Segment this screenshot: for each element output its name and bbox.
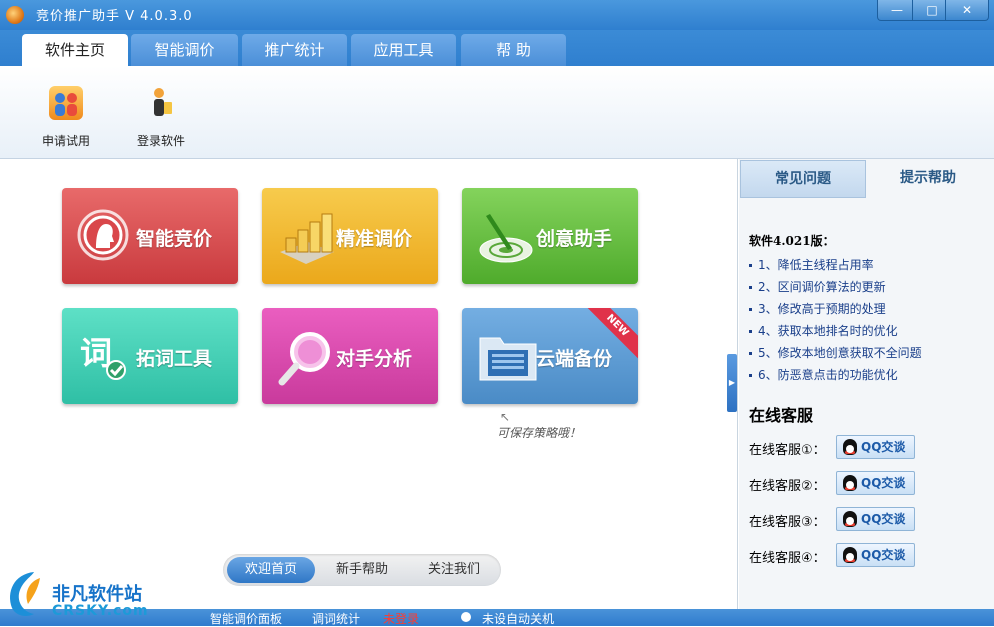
qq-penguin-icon: [843, 547, 857, 563]
keyword-tool-tile[interactable]: 词 拓词工具: [62, 308, 238, 404]
qq-chat-button[interactable]: QQ交谈: [836, 471, 915, 495]
qq-penguin-icon: [843, 511, 857, 527]
window-title: 竞价推广助手 V 4.0.3.0: [36, 9, 193, 24]
qq-chat-button[interactable]: QQ交谈: [836, 435, 915, 459]
tab-promo-stats[interactable]: 推广统计: [242, 34, 347, 66]
apply-trial-button[interactable]: 申请试用: [31, 86, 101, 149]
target-head-icon: [76, 208, 130, 262]
creative-assistant-label: 创意助手: [536, 228, 613, 250]
word-check-icon: 词: [76, 328, 130, 382]
app-logo-icon: [6, 6, 24, 24]
watermark-url: CRSKY.com: [52, 603, 149, 619]
smart-bid-tile[interactable]: 智能竞价: [62, 188, 238, 284]
precise-adjust-label: 精准调价: [336, 228, 413, 250]
users-icon: [49, 86, 83, 120]
note-item: 3、修改高于预期的处理: [749, 300, 886, 317]
cloud-hint-text: 可保存策略哦！: [497, 426, 582, 440]
bar-blocks-icon: [276, 208, 334, 264]
tab-follow-us[interactable]: 关注我们: [410, 557, 498, 583]
pen-target-icon: [476, 208, 533, 263]
auto-shutdown-status[interactable]: 未设自动关机: [482, 610, 554, 627]
service-label: 在线客服②：: [749, 479, 826, 494]
apply-trial-label: 申请试用: [41, 134, 90, 148]
service-label: 在线客服④：: [749, 551, 826, 566]
keyword-tool-label: 拓词工具: [136, 348, 213, 370]
online-service-title: 在线客服: [749, 406, 814, 425]
cloud-backup-label: 云端备份: [536, 348, 613, 370]
watermark-logo-icon: [4, 568, 48, 620]
precise-adjust-tile[interactable]: 精准调价: [262, 188, 438, 284]
tab-smart-adjust[interactable]: 智能调价: [131, 34, 238, 66]
minimize-button[interactable]: —: [877, 0, 917, 21]
login-button[interactable]: 登录软件: [126, 86, 196, 149]
magnifier-icon: [276, 328, 330, 386]
user-login-icon: [144, 86, 178, 120]
tab-tips[interactable]: 提示帮助: [866, 160, 990, 196]
qq-penguin-icon: [843, 439, 857, 455]
note-item: 2、区间调价算法的更新: [749, 278, 886, 295]
service-label: 在线客服①：: [749, 443, 826, 458]
close-button[interactable]: ✕: [945, 0, 989, 21]
panel-toggle-handle[interactable]: ▶: [727, 354, 737, 412]
clock-icon: [461, 612, 471, 622]
tab-faq[interactable]: 常见问题: [740, 160, 866, 198]
creative-assistant-tile[interactable]: 创意助手: [462, 188, 638, 284]
tab-beginner-help[interactable]: 新手帮助: [318, 557, 406, 583]
status-stats-link[interactable]: 调词统计: [312, 610, 360, 627]
status-panel-link[interactable]: 智能调价面板: [210, 610, 282, 627]
note-item: 5、修改本地创意获取不全问题: [749, 344, 922, 361]
login-status: 未登录: [383, 612, 420, 626]
competitor-analysis-tile[interactable]: 对手分析: [262, 308, 438, 404]
tab-help[interactable]: 帮 助: [461, 34, 566, 66]
version-title: 软件4.021版：: [749, 234, 835, 248]
competitor-analysis-label: 对手分析: [336, 348, 413, 370]
right-panel: [739, 159, 994, 609]
qq-penguin-icon: [843, 475, 857, 491]
service-label: 在线客服③：: [749, 515, 826, 530]
note-item: 4、获取本地排名时的优化: [749, 322, 898, 339]
qq-chat-button[interactable]: QQ交谈: [836, 543, 915, 567]
smart-bid-label: 智能竞价: [136, 228, 213, 250]
tab-app-tools[interactable]: 应用工具: [351, 34, 456, 66]
folder-icon: [476, 328, 537, 382]
tab-home[interactable]: 软件主页: [22, 34, 128, 66]
note-item: 1、降低主线程占用率: [749, 256, 874, 273]
curved-arrow-icon: ↖: [500, 410, 511, 424]
login-label: 登录软件: [136, 134, 185, 148]
tab-welcome[interactable]: 欢迎首页: [227, 557, 315, 583]
note-item: 6、防恶意点击的功能优化: [749, 366, 898, 383]
cloud-backup-tile[interactable]: 云端备份 NEW: [462, 308, 638, 404]
qq-chat-button[interactable]: QQ交谈: [836, 507, 915, 531]
